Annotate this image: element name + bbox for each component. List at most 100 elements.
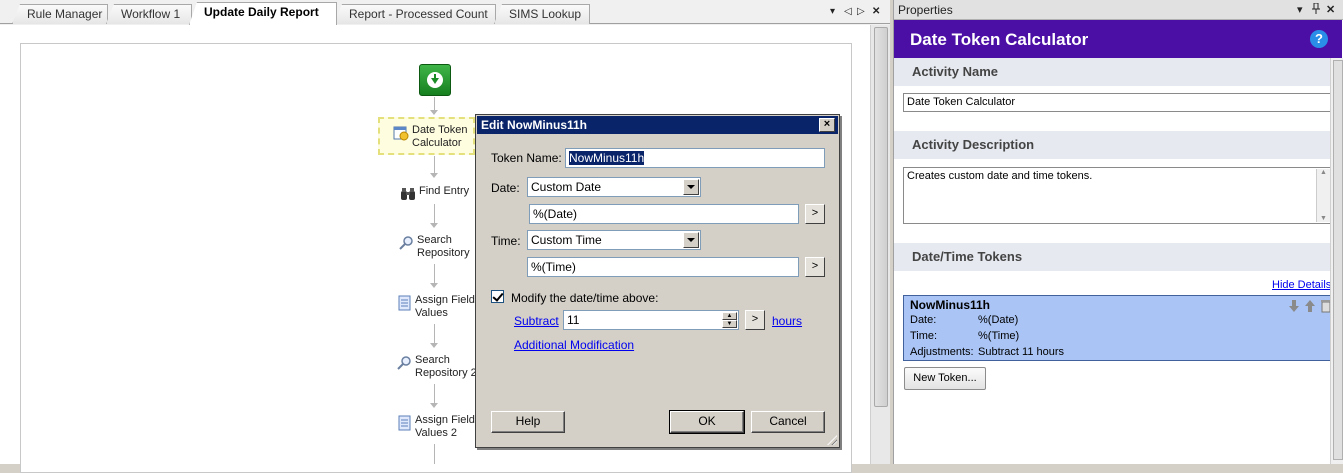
token-card-name: NowMinus11h <box>910 298 991 312</box>
time-token-picker-button[interactable]: > <box>805 257 825 277</box>
token-adjustments-label: Adjustments: <box>910 346 974 358</box>
properties-vertical-scrollbar[interactable] <box>1330 58 1343 464</box>
time-label: Time: <box>491 234 521 248</box>
spin-down-icon[interactable]: ▼ <box>722 320 737 328</box>
workflow-node-date-token-calculator[interactable]: Date Token Calculator <box>393 124 467 150</box>
description-scrollbar[interactable]: ▲ ▼ <box>1316 169 1330 222</box>
token-adjustments-row: Adjustments: Subtract 11 hours <box>910 346 1064 358</box>
properties-title-bar: Date Token Calculator ? <box>894 20 1342 58</box>
properties-panel: Properties ▾ ✕ Date Token Calculator ? A… <box>893 0 1343 464</box>
token-name-value: NowMinus11h <box>569 151 645 165</box>
pin-icon[interactable] <box>1311 2 1321 17</box>
spin-up-icon[interactable]: ▲ <box>722 312 737 320</box>
document-icon <box>398 295 411 311</box>
hide-details-link[interactable]: Hide Details <box>1272 279 1331 291</box>
tab-list-dropdown-icon[interactable]: ▾ <box>830 6 835 17</box>
panel-menu-dropdown-icon[interactable]: ▾ <box>1297 3 1303 16</box>
tab-scroll-left-icon[interactable]: ◁ <box>844 6 852 17</box>
date-token-picker-button[interactable]: > <box>805 204 825 224</box>
date-type-select[interactable]: Custom Date <box>527 177 701 197</box>
start-arrow-icon <box>427 72 443 88</box>
tab-rule-manager[interactable]: Rule Manager <box>12 4 108 24</box>
scrollbar-thumb[interactable] <box>1333 60 1343 460</box>
token-date-row: Date: %(Date) <box>910 314 1018 326</box>
token-date-label: Date: <box>910 314 937 326</box>
scroll-up-icon[interactable]: ▲ <box>1317 169 1330 176</box>
chevron-down-icon[interactable] <box>683 232 699 248</box>
tab-workflow-1[interactable]: Workflow 1 <box>106 4 192 24</box>
tab-report-processed-count[interactable]: Report - Processed Count <box>334 4 496 24</box>
connector-arrow <box>430 403 438 408</box>
tab-sims-lookup[interactable]: SIMS Lookup <box>494 4 590 24</box>
workflow-start-node[interactable] <box>419 64 451 96</box>
node-label: Values 2 <box>415 427 457 439</box>
binoculars-icon <box>401 188 415 200</box>
tab-scroll-right-icon[interactable]: ▷ <box>857 6 865 17</box>
edit-token-dialog: Edit NowMinus11h × Token Name: NowMinus1… <box>475 114 840 448</box>
token-time-value: %(Time) <box>978 330 1020 342</box>
dialog-close-button[interactable]: × <box>819 118 835 132</box>
workflow-document-area: Rule Manager Workflow 1 Report - Process… <box>0 0 890 473</box>
amount-value: 11 <box>567 313 580 327</box>
token-name-input[interactable]: NowMinus11h <box>565 148 825 168</box>
time-expression-input[interactable]: %(Time) <box>527 257 799 277</box>
activity-description-value: Creates custom date and time tokens. <box>907 170 1093 182</box>
scrollbar-thumb[interactable] <box>874 27 888 407</box>
activity-description-section-header: Activity Description <box>894 131 1330 159</box>
properties-header: Properties ▾ ✕ <box>894 0 1343 20</box>
workflow-node-assign-field-values[interactable]: Assign Field Values <box>396 294 475 320</box>
move-up-icon[interactable] <box>1303 299 1317 313</box>
connector-arrow <box>430 283 438 288</box>
time-type-value: Custom Time <box>531 233 602 247</box>
date-expression-input[interactable]: %(Date) <box>529 204 799 224</box>
help-button[interactable]: Help <box>491 411 565 433</box>
designer-vertical-scrollbar[interactable] <box>870 25 890 464</box>
close-document-icon[interactable]: ✕ <box>872 6 880 17</box>
magnifier-icon <box>397 356 411 370</box>
new-token-button[interactable]: New Token... <box>904 367 986 390</box>
amount-spinner[interactable]: ▲ ▼ <box>722 312 737 328</box>
unit-link[interactable]: hours <box>772 314 802 328</box>
token-time-row: Time: %(Time) <box>910 330 1019 342</box>
datetime-tokens-section-header: Date/Time Tokens <box>894 243 1330 271</box>
ok-button[interactable]: OK <box>669 410 745 434</box>
modify-datetime-checkbox[interactable] <box>491 290 504 303</box>
document-icon <box>398 415 411 431</box>
node-label: Assign Field <box>415 294 475 306</box>
amount-input[interactable]: 11 ▲ ▼ <box>563 310 739 330</box>
token-time-label: Time: <box>910 330 938 342</box>
modify-datetime-label: Modify the date/time above: <box>511 291 659 305</box>
document-tab-strip: Rule Manager Workflow 1 Report - Process… <box>0 0 890 25</box>
dialog-title-bar[interactable]: Edit NowMinus11h × <box>477 116 838 134</box>
additional-modification-link[interactable]: Additional Modification <box>514 338 634 352</box>
connector-arrow <box>430 173 438 178</box>
date-token-icon <box>393 126 409 141</box>
connector-arrow <box>430 343 438 348</box>
node-label: Search <box>417 234 452 246</box>
token-date-value: %(Date) <box>978 314 1019 326</box>
connector-line <box>434 444 435 464</box>
close-panel-icon[interactable]: ✕ <box>1326 3 1335 16</box>
activity-description-textarea[interactable]: Creates custom date and time tokens. ▲ ▼ <box>903 167 1332 224</box>
node-label: Repository <box>417 247 470 259</box>
activity-name-section-header: Activity Name <box>894 58 1330 86</box>
resize-grip-icon[interactable] <box>827 435 837 445</box>
operation-link[interactable]: Subtract <box>514 314 559 328</box>
tab-update-daily-report[interactable]: Update Daily Report <box>189 2 337 25</box>
amount-token-picker-button[interactable]: > <box>745 310 765 330</box>
dialog-title: Edit NowMinus11h <box>481 118 588 132</box>
node-label: Calculator <box>412 137 462 149</box>
workflow-node-search-repository-2[interactable]: Search Repository 2 <box>396 354 477 380</box>
workflow-node-find-entry[interactable]: Find Entry <box>400 185 469 202</box>
chevron-down-icon[interactable] <box>683 179 699 195</box>
activity-name-input[interactable]: Date Token Calculator <box>903 93 1332 112</box>
cancel-button[interactable]: Cancel <box>751 411 825 433</box>
move-down-icon[interactable] <box>1287 299 1301 313</box>
scroll-down-icon[interactable]: ▼ <box>1317 215 1330 222</box>
time-type-select[interactable]: Custom Time <box>527 230 701 250</box>
token-name-label: Token Name: <box>491 151 562 165</box>
workflow-node-search-repository[interactable]: Search Repository <box>398 234 470 260</box>
workflow-node-assign-field-values-2[interactable]: Assign Field Values 2 <box>396 414 475 440</box>
token-card-nowminus11h[interactable]: NowMinus11h Date: %(Date) Time: %(Time) Ad… <box>903 295 1334 361</box>
help-icon[interactable]: ? <box>1310 30 1328 48</box>
